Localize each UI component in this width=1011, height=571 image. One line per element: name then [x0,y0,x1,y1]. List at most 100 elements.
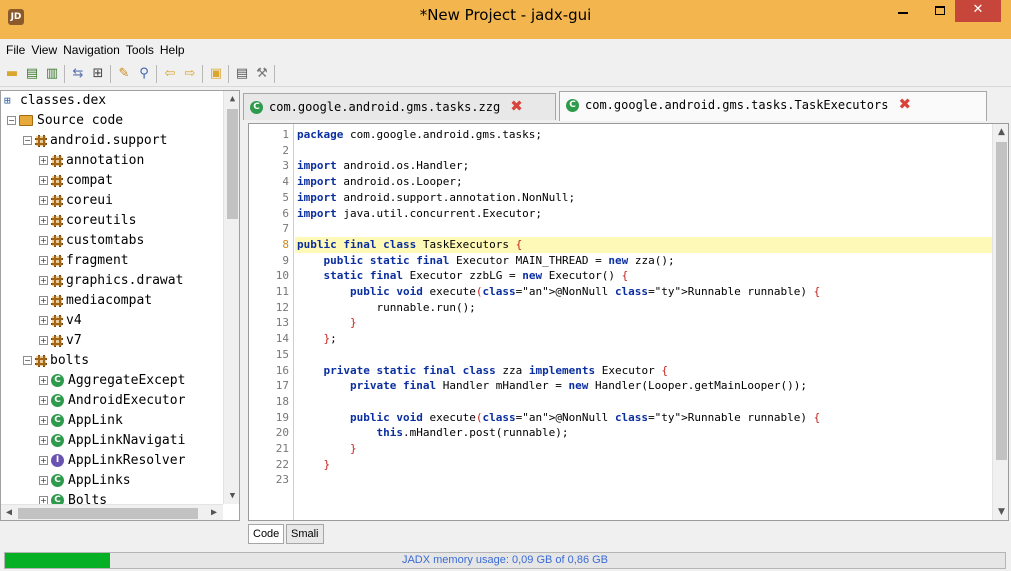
code-line[interactable]: this.mHandler.post(runnable); [295,425,992,441]
save-all-icon[interactable]: ▤ [24,66,40,82]
tree-node[interactable]: − android.support [23,131,167,151]
tab-code[interactable]: Code [248,524,285,544]
close-tab-icon[interactable]: ✖ [510,94,523,118]
code-line[interactable]: private static final class zza implement… [295,363,992,379]
close-tab-icon[interactable]: ✖ [898,92,911,116]
open-file-icon[interactable]: ▬ [4,66,20,82]
code-line[interactable]: public void execute(class="an">@NonNull … [295,410,992,426]
tree-node[interactable]: + C AggregateExcept [39,371,185,391]
flatten-packages-icon[interactable]: ⊞ [90,66,106,82]
tree-node[interactable]: + compat [39,171,113,191]
expand-icon[interactable]: + [39,316,48,325]
expand-icon[interactable]: + [39,296,48,305]
tree-node[interactable]: + I AppLinkResolver [39,451,185,471]
tree-node[interactable]: + mediacompat [39,291,152,311]
expand-icon[interactable]: + [39,436,48,445]
scroll-thumb[interactable] [227,109,238,219]
code-line[interactable]: } [295,457,992,473]
tree-node[interactable]: + coreui [39,191,113,211]
tree-node[interactable]: + v4 [39,311,82,331]
expand-icon[interactable]: + [39,216,48,225]
deobfuscation-icon[interactable]: ▣ [208,66,224,82]
code-line[interactable]: public static final Executor MAIN_THREAD… [295,253,992,269]
search-class-icon[interactable]: ⚲ [136,66,152,82]
search-text-icon[interactable]: ✎ [116,66,132,82]
tab-zzg[interactable]: Ccom.google.android.gms.tasks.zzg ✖ [243,93,556,120]
menu-navigation[interactable]: Navigation [60,39,123,61]
forward-arrow-icon[interactable]: ⇨ [182,66,198,82]
code-line[interactable]: }; [295,331,992,347]
code-line[interactable]: import android.support.annotation.NonNul… [295,190,992,206]
code-line[interactable]: import android.os.Looper; [295,174,992,190]
tree-node[interactable]: + customtabs [39,231,144,251]
code-line[interactable] [295,143,992,159]
expand-icon[interactable]: + [39,156,48,165]
tab-taskexecutors[interactable]: Ccom.google.android.gms.tasks.TaskExecut… [559,91,987,121]
sync-tree-icon[interactable]: ⇆ [70,66,86,82]
collapse-icon[interactable]: − [23,136,32,145]
code-editor[interactable]: 1 2 3 4 5 6 7 8 9 10 11 12 13 14 15 16 17 18 19 20 21 22 23 pa… [248,123,1009,521]
editor-vertical-scrollbar[interactable]: ▲ ▼ [992,124,1008,520]
code-line[interactable]: public final class TaskExecutors { [295,236,992,253]
tree-root-classes-dex[interactable]: ⊞ classes.dex [4,91,106,111]
menu-tools[interactable]: Tools [123,39,157,61]
tree-node[interactable]: + C AppLinks [39,471,131,491]
tree-node[interactable]: − bolts [23,351,89,371]
collapse-icon[interactable]: − [23,356,32,365]
log-viewer-icon[interactable]: ▤ [234,66,250,82]
code-line[interactable]: runnable.run(); [295,300,992,316]
back-arrow-icon[interactable]: ⇦ [162,66,178,82]
expand-icon[interactable]: + [39,256,48,265]
expand-icon[interactable]: + [39,456,48,465]
title-bar[interactable]: JD *New Project - jadx-gui ✕ [0,0,1011,39]
expand-icon[interactable]: + [39,416,48,425]
menu-file[interactable]: File [0,39,28,61]
code-line[interactable]: } [295,315,992,331]
expand-icon[interactable]: + [39,396,48,405]
code-area[interactable]: package com.google.android.gms.tasks; imp… [295,124,992,520]
code-line[interactable]: import android.os.Handler; [295,158,992,174]
tree-node[interactable]: + graphics.drawat [39,271,183,291]
tab-smali[interactable]: Smali [286,524,324,544]
scroll-up-icon[interactable]: ▲ [993,124,1008,140]
tree-source-code[interactable]: − Source code [7,111,123,131]
maximize-button[interactable] [926,0,954,22]
tree-node[interactable]: + fragment [39,251,129,271]
tree-node[interactable]: + C AndroidExecutor [39,391,185,411]
scroll-thumb[interactable] [996,142,1007,460]
code-line[interactable] [295,347,992,363]
tree-node[interactable]: + v7 [39,331,82,351]
code-line[interactable]: public void execute(class="an">@NonNull … [295,284,992,300]
scroll-left-icon[interactable]: ◀ [1,505,17,520]
code-line[interactable] [295,221,992,237]
scroll-down-icon[interactable]: ▼ [224,488,239,504]
code-line[interactable]: package com.google.android.gms.tasks; [295,127,992,143]
tree-node[interactable]: + annotation [39,151,144,171]
expand-icon[interactable]: + [39,476,48,485]
tree-vertical-scrollbar[interactable]: ▲ ▼ [223,91,239,504]
code-line[interactable] [295,472,992,488]
scroll-thumb[interactable] [18,508,198,519]
code-line[interactable]: } [295,441,992,457]
expand-icon[interactable]: + [39,196,48,205]
close-button[interactable]: ✕ [955,0,1001,22]
code-line[interactable]: import java.util.concurrent.Executor; [295,206,992,222]
tree-horizontal-scrollbar[interactable]: ◀ ▶ [1,504,223,520]
code-line[interactable]: static final Executor zzbLG = new Execut… [295,268,992,284]
scroll-down-icon[interactable]: ▼ [993,504,1008,520]
scroll-up-icon[interactable]: ▲ [224,91,239,107]
expand-icon[interactable]: + [39,336,48,345]
expand-icon[interactable]: + [39,236,48,245]
collapse-icon[interactable]: − [7,116,16,125]
expand-icon[interactable]: + [39,276,48,285]
source-tree[interactable]: ⊞ classes.dex − Source code − android.suppo… [0,90,240,521]
code-line[interactable] [295,394,992,410]
expand-icon[interactable]: + [39,376,48,385]
expand-icon[interactable]: + [39,176,48,185]
export-icon[interactable]: ▥ [44,66,60,82]
preferences-wrench-icon[interactable]: ⚒ [254,66,270,82]
minimize-button[interactable] [898,0,926,22]
menu-view[interactable]: View [28,39,60,61]
menu-help[interactable]: Help [157,39,188,61]
code-line[interactable]: private final Handler mHandler = new Han… [295,378,992,394]
